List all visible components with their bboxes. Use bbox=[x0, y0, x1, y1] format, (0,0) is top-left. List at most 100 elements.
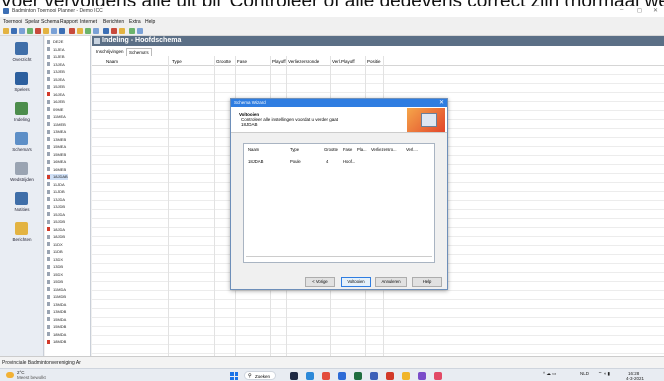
start-button[interactable] bbox=[230, 372, 238, 380]
excel-icon[interactable] bbox=[354, 372, 362, 380]
maximize-button[interactable]: ◻ bbox=[637, 7, 642, 14]
store-icon[interactable] bbox=[434, 372, 442, 380]
draw-icon[interactable] bbox=[69, 28, 75, 34]
sum-col-naam[interactable]: Naam bbox=[248, 147, 259, 152]
tree-item[interactable]: 15JEA bbox=[47, 77, 65, 83]
sum-col-type[interactable]: Type bbox=[290, 147, 299, 152]
menu-extra[interactable]: Extra bbox=[129, 19, 141, 25]
menu-spelar[interactable]: Spelar bbox=[25, 19, 39, 25]
menu-rapport[interactable]: Rapport bbox=[60, 19, 78, 25]
settings-icon[interactable] bbox=[129, 28, 135, 34]
print-icon[interactable] bbox=[35, 28, 41, 34]
nav-wedstrijden[interactable]: Wedstrijden bbox=[0, 160, 44, 190]
sum-col-playoff[interactable]: Pla... bbox=[357, 147, 367, 152]
tree-item[interactable]: 13MEA bbox=[47, 129, 66, 135]
results-icon[interactable] bbox=[111, 28, 117, 34]
word-icon[interactable] bbox=[370, 372, 378, 380]
tree-item[interactable]: 15MDB bbox=[47, 324, 66, 330]
tree-item[interactable]: 13DB bbox=[47, 264, 63, 270]
tree-item[interactable]: 13JDB bbox=[47, 204, 65, 210]
keyboard-language[interactable]: NLD bbox=[580, 371, 589, 376]
file-explorer-icon[interactable] bbox=[402, 372, 410, 380]
clock-date[interactable]: 4-3-2021 bbox=[626, 376, 644, 381]
col-type[interactable]: Type bbox=[172, 59, 182, 64]
mail-icon[interactable] bbox=[51, 28, 57, 34]
tray-icons[interactable]: ^ ☁ ▭ bbox=[543, 371, 556, 377]
matches-tool-icon[interactable] bbox=[93, 28, 99, 34]
tree-item[interactable]: 15JDB bbox=[47, 219, 65, 225]
chat-icon[interactable] bbox=[306, 372, 314, 380]
report-icon[interactable] bbox=[119, 28, 125, 34]
players-tool-icon[interactable] bbox=[77, 28, 83, 34]
finish-button[interactable]: Voltooien bbox=[341, 277, 371, 287]
tree-item[interactable]: 16MEB bbox=[47, 167, 66, 173]
tree-item[interactable]: 15MEB bbox=[47, 152, 66, 158]
col-grootte[interactable]: Grootte bbox=[216, 59, 231, 64]
tree-item[interactable]: 11JDA bbox=[47, 182, 65, 188]
sum-col-verliezersronde[interactable]: Verliezersro... bbox=[371, 147, 397, 152]
sum-col-grootte[interactable]: Grootte bbox=[324, 147, 338, 152]
col-positie[interactable]: Positie bbox=[367, 59, 381, 64]
nav-berichten[interactable]: Berichten bbox=[0, 220, 44, 250]
tree-item[interactable]: 11MDA bbox=[47, 287, 66, 293]
menu-schema[interactable]: Schema bbox=[41, 19, 59, 25]
tab-schemas[interactable]: Schema's bbox=[126, 48, 152, 56]
tree-item[interactable]: 13JEB bbox=[47, 69, 65, 75]
tree-item[interactable]: 11MDB bbox=[47, 294, 66, 300]
tree-item[interactable]: 11JEA bbox=[47, 47, 65, 53]
nav-overzicht[interactable]: Overzicht bbox=[0, 40, 44, 70]
tree-item[interactable]: 11MEB bbox=[47, 122, 66, 128]
tree-item[interactable]: 11DX bbox=[47, 242, 63, 248]
open-icon[interactable] bbox=[3, 28, 9, 34]
tree-item[interactable]: 18MDA bbox=[47, 332, 66, 338]
tree-item[interactable]: 13MDA bbox=[47, 302, 66, 308]
tree-item[interactable]: 15MEA bbox=[47, 144, 66, 150]
task-view-icon[interactable] bbox=[290, 372, 298, 380]
tree-item[interactable]: 18JDAB bbox=[47, 174, 68, 180]
tree-item[interactable]: 18JDB bbox=[47, 234, 65, 240]
tree-item[interactable]: 11JEB bbox=[47, 54, 65, 60]
edge-icon[interactable] bbox=[338, 372, 346, 380]
taskbar-search[interactable]: ⚲ Zoeken bbox=[244, 371, 276, 380]
tree-item[interactable]: 18MDB bbox=[47, 339, 66, 345]
info-icon[interactable] bbox=[137, 28, 143, 34]
col-verliezersronde[interactable]: Verliezersronde bbox=[288, 59, 319, 64]
col-fase[interactable]: Fase bbox=[237, 59, 247, 64]
tree-item[interactable]: 11MEA bbox=[47, 114, 66, 120]
menu-berichten[interactable]: Berichten bbox=[103, 19, 124, 25]
nav-schemas[interactable]: Schema's bbox=[0, 130, 44, 160]
nav-spelers[interactable]: Spelers bbox=[0, 70, 44, 100]
menu-toernooi[interactable]: Toernooi bbox=[3, 19, 22, 25]
tree-item[interactable]: 09ME bbox=[47, 107, 63, 113]
col-naam[interactable]: Naam bbox=[106, 59, 118, 64]
minimize-button[interactable]: – bbox=[620, 7, 623, 13]
chrome-icon[interactable] bbox=[322, 372, 330, 380]
tree-item[interactable]: 13DX bbox=[47, 257, 63, 263]
courts-icon[interactable] bbox=[103, 28, 109, 34]
menu-help[interactable]: Help bbox=[145, 19, 155, 25]
network-volume-icons[interactable]: ⌔ ◖ ▮ bbox=[598, 371, 610, 377]
summary-row[interactable]: 18JDAB Poule 4 Hoof... bbox=[244, 159, 434, 167]
back-button[interactable]: < Vorige bbox=[305, 277, 335, 287]
tree-item[interactable]: 13MEB bbox=[47, 137, 66, 143]
tab-inschrijvingen[interactable]: Inschrijvingen bbox=[94, 48, 126, 56]
horizontal-scrollbar[interactable] bbox=[246, 256, 432, 259]
tree-item[interactable]: DE2E bbox=[47, 39, 63, 45]
tree-item[interactable]: 18JDA bbox=[47, 227, 65, 233]
tree-item[interactable]: 15DX bbox=[47, 272, 63, 278]
tree-item[interactable]: 15MDA bbox=[47, 317, 66, 323]
menu-internet[interactable]: Internet bbox=[80, 19, 97, 25]
tree-item[interactable]: 16JEA bbox=[47, 92, 65, 98]
tree-item[interactable]: 15DB bbox=[47, 279, 63, 285]
dialog-close-icon[interactable]: ✕ bbox=[439, 99, 444, 106]
cancel-button[interactable]: Annuleren bbox=[375, 277, 407, 287]
export-icon[interactable] bbox=[43, 28, 49, 34]
schedule-tool-icon[interactable] bbox=[85, 28, 91, 34]
nav-indeling[interactable]: Indeling bbox=[0, 100, 44, 130]
tree-item[interactable]: 13JDA bbox=[47, 197, 65, 203]
sum-col-verl[interactable]: Verl.... bbox=[406, 147, 418, 152]
tree-item[interactable]: 16JEB bbox=[47, 99, 65, 105]
tree-item[interactable]: 15JEB bbox=[47, 84, 65, 90]
import-icon[interactable] bbox=[27, 28, 33, 34]
tree-item[interactable]: 16MEA bbox=[47, 159, 66, 165]
